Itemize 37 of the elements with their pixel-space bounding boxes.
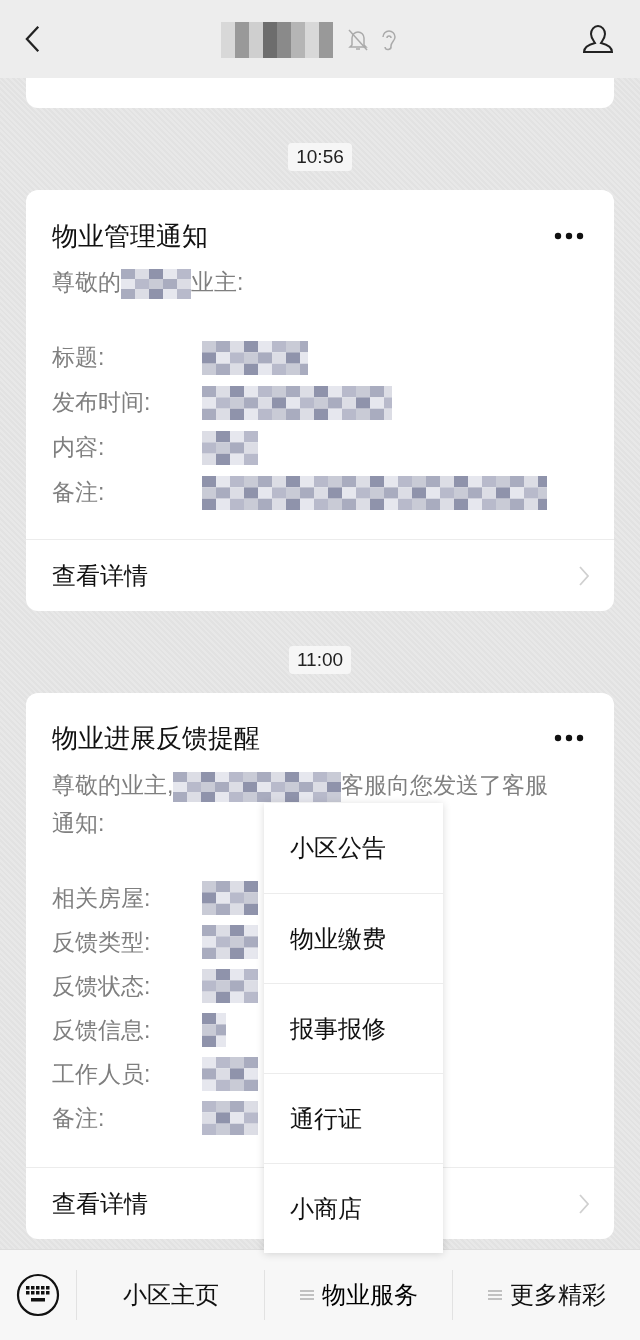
menu-item[interactable]: 通行证 — [264, 1073, 443, 1163]
card-title: 物业管理通知 — [52, 219, 208, 253]
field-label: 反馈类型: — [52, 927, 152, 957]
more-icon[interactable] — [554, 232, 584, 240]
timestamp: 11:00 — [288, 646, 352, 674]
field-label: 反馈状态: — [52, 971, 152, 1001]
menu-button[interactable]: 物业服务 — [265, 1270, 453, 1320]
menu-button[interactable]: 小区主页 — [77, 1270, 265, 1320]
field-label: 反馈信息: — [52, 1015, 152, 1045]
field-label: 内容: — [52, 433, 106, 462]
more-icon[interactable] — [554, 734, 584, 742]
menu-item[interactable]: 物业缴费 — [264, 893, 443, 983]
redaction-drawing — [202, 1013, 226, 1047]
keyboard-icon[interactable] — [16, 1273, 60, 1317]
greeting-text: 通知: — [52, 809, 105, 838]
redaction-drawing — [121, 268, 191, 299]
greeting-text: 尊敬的业主, — [52, 771, 174, 800]
details-link[interactable]: 查看详情 — [26, 539, 614, 611]
field-label: 标题: — [52, 343, 106, 372]
field-label: 发布时间: — [52, 388, 152, 417]
timestamp: 10:56 — [288, 143, 352, 171]
field-label: 相关房屋: — [52, 883, 152, 913]
menu-item[interactable]: 报事报修 — [264, 983, 443, 1073]
greeting-text: 业主: — [191, 268, 244, 297]
field-label: 备注: — [52, 1103, 106, 1133]
field-label: 备注: — [52, 478, 106, 507]
greeting-text: 客服向您发送了客服 — [341, 771, 549, 800]
menu-item[interactable]: 小商店 — [264, 1163, 443, 1253]
chevron-right-icon — [578, 1192, 590, 1215]
card-title: 物业进展反馈提醒 — [52, 721, 260, 755]
menu-item[interactable]: 小区公告 — [264, 803, 443, 893]
field-label: 工作人员: — [52, 1059, 152, 1089]
greeting-text: 尊敬的 — [52, 268, 121, 297]
menu-button[interactable]: 更多精彩 — [453, 1270, 640, 1320]
person-icon[interactable] — [582, 24, 614, 54]
chevron-right-icon — [578, 564, 590, 587]
back-icon[interactable] — [24, 25, 42, 53]
